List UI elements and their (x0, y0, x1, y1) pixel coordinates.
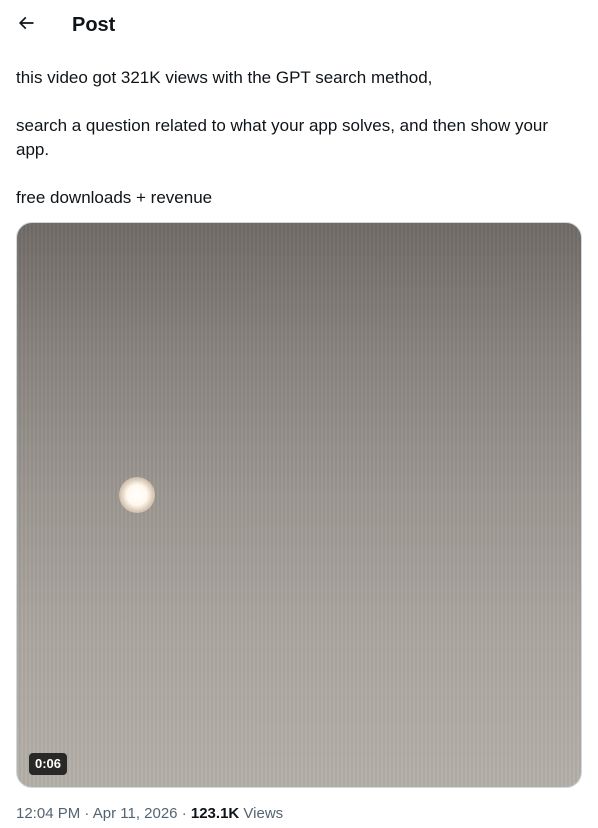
light-spot (119, 477, 155, 513)
meta-separator: · (84, 805, 90, 822)
video-player[interactable]: 0:06 (16, 222, 582, 788)
video-duration-badge: 0:06 (29, 753, 68, 775)
post-paragraph: free downloads + revenue (16, 188, 213, 207)
top-bar: Post (0, 0, 598, 53)
post-paragraph: search a question related to what your a… (16, 116, 549, 159)
meta-separator: · (181, 805, 187, 822)
post-text: this video got 321K views with the GPT s… (16, 66, 582, 210)
video-frame-texture (17, 223, 581, 787)
post-time[interactable]: 12:04 PM (16, 805, 80, 822)
arrow-left-icon (16, 13, 36, 38)
views-label: Views (243, 805, 284, 822)
back-button[interactable] (8, 7, 44, 43)
post-date[interactable]: Apr 11, 2026 (93, 805, 178, 822)
page-title: Post (72, 14, 116, 36)
post-paragraph: this video got 321K views with the GPT s… (16, 68, 433, 87)
post-meta: 12:04 PM · Apr 11, 2026 · 123.1K Views (16, 804, 283, 824)
views-count: 123.1K (190, 805, 240, 822)
